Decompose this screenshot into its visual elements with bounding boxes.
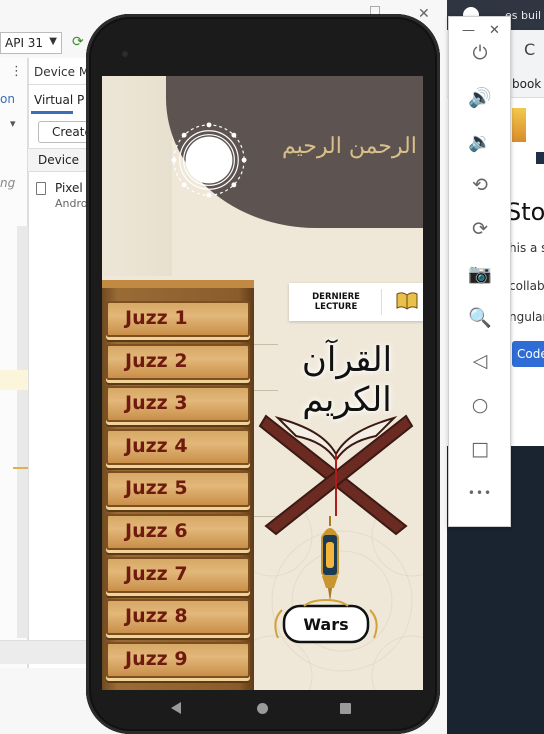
header-left-panel: [102, 76, 172, 276]
ornament-icon: [171, 122, 247, 198]
rerun-icon[interactable]: ⟳: [72, 35, 86, 49]
page-text-line: his a s: [509, 241, 544, 255]
front-camera: [121, 50, 129, 58]
device-subtitle: Andro: [55, 197, 88, 210]
more-icon[interactable]: •••: [468, 481, 492, 505]
divider: [254, 344, 278, 345]
juzz-button[interactable]: Juzz 6: [106, 514, 250, 550]
home-icon[interactable]: ○: [468, 393, 492, 417]
highlighted-row: [0, 370, 28, 390]
close-icon[interactable]: ✕: [418, 6, 430, 22]
create-device-button[interactable]: Create: [38, 121, 92, 143]
tab-virtual-label: Virtual: [34, 93, 74, 107]
juzz-button[interactable]: Juzz 9: [106, 641, 250, 678]
bookmark-item[interactable]: book: [512, 77, 541, 91]
open-book-icon: [396, 292, 418, 310]
wars-label: Wars: [303, 615, 349, 634]
tab-virtual[interactable]: Virtual P: [34, 93, 84, 107]
volume-down-icon[interactable]: 🔉: [468, 129, 492, 153]
juzz-button[interactable]: Juzz 2: [106, 343, 250, 380]
dark-block: [536, 152, 544, 164]
marker: [13, 467, 28, 469]
juzz-button[interactable]: Juzz 8: [106, 599, 250, 636]
divider: [254, 390, 278, 391]
tab-underline: [31, 111, 73, 114]
status-strip: [0, 640, 100, 664]
volume-up-icon[interactable]: 🔊: [468, 85, 492, 109]
juzz-button[interactable]: Juzz 7: [106, 556, 250, 593]
page-heading: Stoc: [506, 198, 544, 226]
code-button[interactable]: Code: [512, 341, 544, 367]
minimize-icon[interactable]: —: [462, 24, 475, 37]
emulator-title-bar: — ✕: [449, 23, 512, 37]
more-options-icon[interactable]: ⋮: [10, 64, 23, 79]
rotate-left-icon[interactable]: ⟲: [468, 173, 492, 197]
back-icon[interactable]: ◁: [468, 349, 492, 373]
juzz-button[interactable]: Juzz 5: [106, 471, 250, 508]
close-icon[interactable]: ✕: [489, 24, 500, 37]
chevron-down-icon[interactable]: ▾: [10, 117, 16, 130]
tab-partial[interactable]: on: [0, 92, 15, 106]
basmala-calligraphy: بسم الله الرحمن الرحيم: [282, 134, 423, 159]
nav-home-button[interactable]: [257, 703, 268, 714]
reload-icon[interactable]: C: [524, 40, 535, 59]
divider: [381, 289, 382, 315]
last-reading-button[interactable]: DERNIERE LECTURE: [289, 283, 423, 321]
juzz-button[interactable]: Juzz 4: [106, 428, 250, 465]
overview-icon[interactable]: □: [468, 437, 492, 461]
camera-icon[interactable]: 📷: [468, 261, 492, 285]
juzz-button[interactable]: Juzz 3: [106, 386, 250, 423]
tab-physical-label[interactable]: P: [77, 93, 84, 107]
partial-label: ng: [0, 176, 16, 190]
nav-back-button[interactable]: [171, 702, 181, 714]
page-text-line: collab: [509, 279, 544, 293]
api-level-select[interactable]: API 31 ▼: [0, 32, 62, 54]
device-column-header[interactable]: Device: [28, 148, 90, 172]
thumbnail-image: [512, 108, 526, 142]
chevron-down-icon: ▼: [49, 36, 57, 47]
device-manager-title: Device M: [34, 65, 90, 79]
page-text-line: ngular: [509, 310, 544, 324]
rotate-right-icon[interactable]: ⟳: [468, 217, 492, 241]
power-icon[interactable]: ⏻: [468, 41, 492, 65]
zoom-icon[interactable]: 🔍: [468, 305, 492, 329]
quran-book-icon: [258, 414, 414, 536]
lantern-icon: [321, 516, 339, 602]
shelf-top: [102, 280, 254, 288]
api-level-value: API 31: [5, 36, 44, 50]
last-reading-label: DERNIERE LECTURE: [312, 292, 360, 312]
nav-recents-button[interactable]: [340, 703, 351, 714]
emulator-controls-panel: — ✕ ⏻ 🔊 🔉 ⟲ ⟳ 📷 🔍 ◁ ○ □ •••: [448, 16, 511, 527]
app-screen: بسم الله الرحمن الرحيم Juzz 1 Juzz 2 Juzz …: [102, 76, 423, 690]
juzz-button[interactable]: Juzz 1: [106, 301, 250, 337]
divider: [28, 84, 90, 85]
gutter: [17, 226, 28, 638]
phone-icon: [36, 182, 46, 195]
